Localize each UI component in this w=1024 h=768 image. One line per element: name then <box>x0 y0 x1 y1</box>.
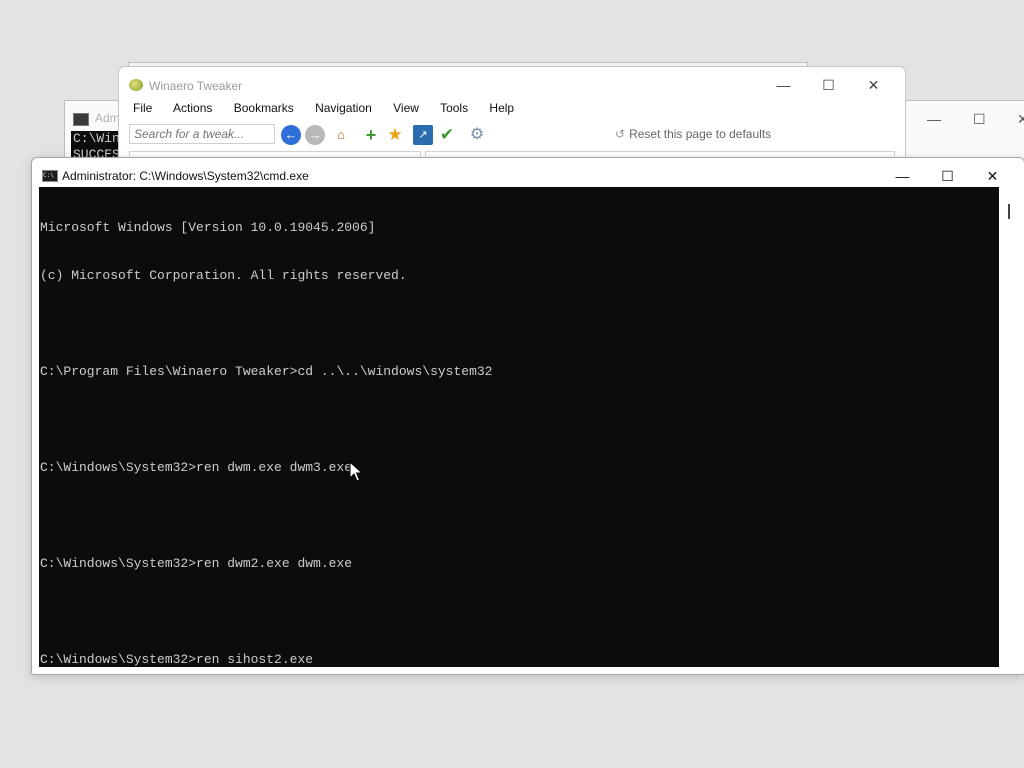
window-title: Admi <box>95 111 123 125</box>
scrollbar-thumb[interactable] <box>1008 204 1010 219</box>
window-title: Winaero Tweaker <box>149 79 243 93</box>
mouse-cursor-icon <box>349 461 363 482</box>
back-icon[interactable]: ← <box>281 125 301 145</box>
forward-icon[interactable]: → <box>305 125 325 145</box>
vertical-scrollbar[interactable] <box>1000 187 1022 667</box>
add-bookmark-icon[interactable]: + <box>361 125 381 145</box>
console-output: Microsoft Windows [Version 10.0.19045.20… <box>40 188 492 667</box>
console-line: C:\Windows\System32>ren sihost2.exe <box>40 652 314 667</box>
cmd-window[interactable]: C:\ Administrator: C:\Windows\System32\c… <box>31 157 1024 675</box>
console-area[interactable]: Microsoft Windows [Version 10.0.19045.20… <box>39 187 999 667</box>
close-button[interactable]: ✕ <box>851 73 896 97</box>
toolbar: ← → ⌂ + ★ ↗ ✔ ⚙ ↺Reset this page to defa… <box>127 123 897 147</box>
maximize-button[interactable]: ☐ <box>925 164 970 188</box>
console-line: C:\Program Files\Winaero Tweaker>cd ..\.… <box>40 364 493 379</box>
bookmarks-star-icon[interactable]: ★ <box>385 125 405 145</box>
background-window-right[interactable]: — ☐ ✕ <box>900 100 1024 162</box>
reset-icon: ↺ <box>615 127 626 141</box>
minimize-button[interactable]: — <box>761 73 806 97</box>
console-line: (c) Microsoft Corporation. All rights re… <box>40 268 407 283</box>
menu-tools[interactable]: Tools <box>440 101 468 115</box>
console-line: C:\Windows\System32>ren dwm2.exe dwm.exe <box>40 556 353 571</box>
maximize-icon[interactable]: ☐ <box>973 111 986 128</box>
search-input[interactable] <box>129 124 275 144</box>
menu-file[interactable]: File <box>133 101 152 115</box>
close-icon[interactable]: ✕ <box>1017 111 1024 128</box>
console-line: Microsoft Windows [Version 10.0.19045.20… <box>40 220 376 235</box>
settings-gear-icon[interactable]: ⚙ <box>467 125 487 145</box>
minimize-icon[interactable]: — <box>927 111 941 127</box>
menu-view[interactable]: View <box>393 101 419 115</box>
window-title: Administrator: C:\Windows\System32\cmd.e… <box>62 169 309 183</box>
reset-page-button[interactable]: ↺ Reset this page to defaults <box>615 127 771 141</box>
close-button[interactable]: ✕ <box>970 164 1015 188</box>
cmd-icon: C:\ <box>42 170 58 182</box>
console-line: C:\Windows\System32>ren dwm.exe dwm3.exe <box>40 460 353 475</box>
title-bar[interactable]: Winaero Tweaker — ☐ ✕ <box>119 67 905 101</box>
minimize-button[interactable]: — <box>880 164 925 188</box>
menu-bookmarks[interactable]: Bookmarks <box>234 101 294 115</box>
menu-bar: File Actions Bookmarks Navigation View T… <box>133 101 532 121</box>
menu-navigation[interactable]: Navigation <box>315 101 372 115</box>
apply-check-icon[interactable]: ✔ <box>437 125 457 145</box>
menu-actions[interactable]: Actions <box>173 101 212 115</box>
winaero-app-icon <box>129 79 143 91</box>
home-icon[interactable]: ⌂ <box>331 125 351 145</box>
maximize-button[interactable]: ☐ <box>806 73 851 97</box>
shortcut-icon[interactable]: ↗ <box>413 125 433 145</box>
menu-help[interactable]: Help <box>489 101 514 115</box>
title-bar[interactable]: C:\ Administrator: C:\Windows\System32\c… <box>32 158 1024 188</box>
